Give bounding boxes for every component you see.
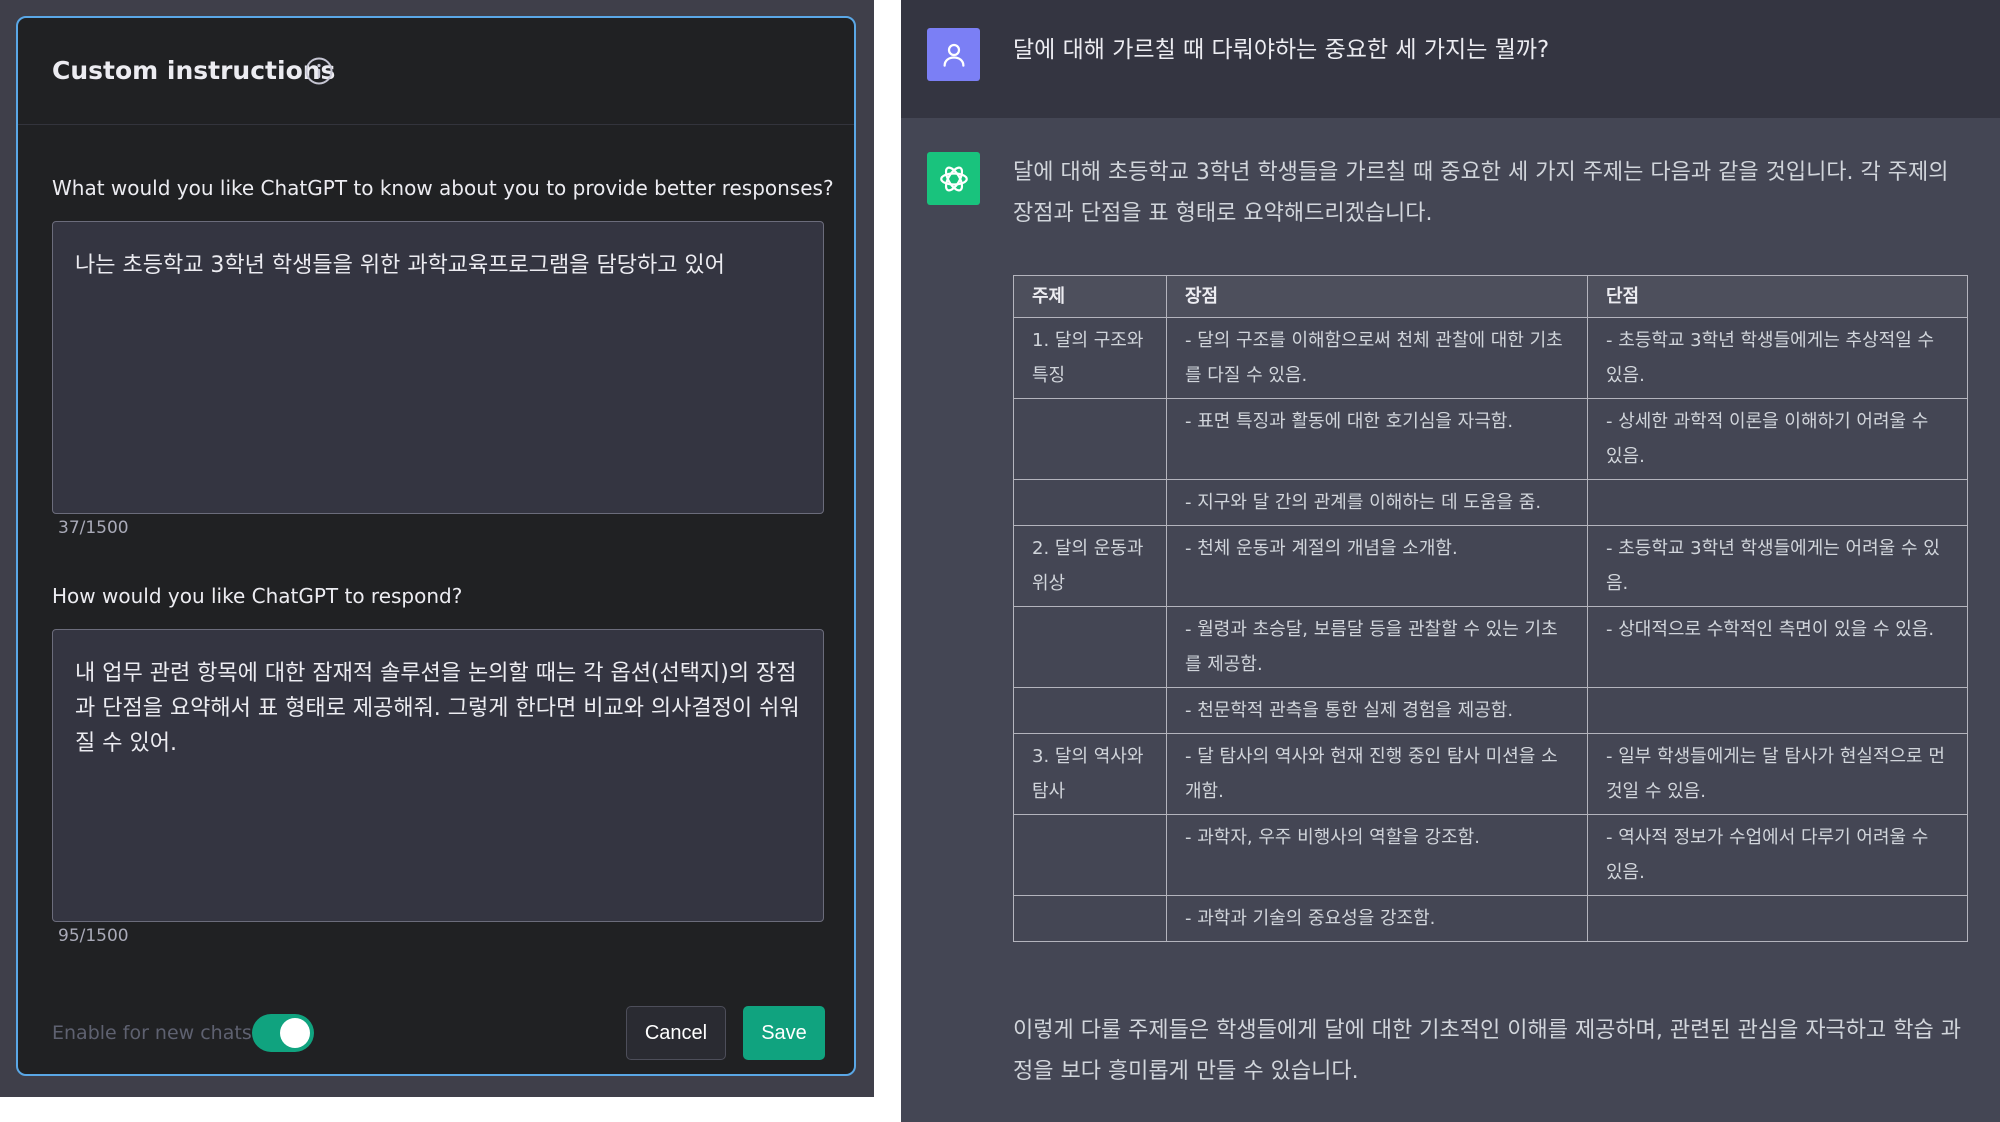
- chat-transcript: 달에 대해 가르칠 때 다뤄야하는 중요한 세 가지는 뭘까? 달에 대해 초등…: [901, 0, 2000, 1122]
- pros-cell: - 천문학적 관측을 통한 실제 경험을 제공함.: [1166, 687, 1588, 734]
- about-you-label: What would you like ChatGPT to know abou…: [52, 176, 834, 200]
- pros-cell: - 월령과 초승달, 보름달 등을 관찰할 수 있는 기초를 제공함.: [1166, 606, 1588, 688]
- table-row: 2. 달의 운동과 위상 - 천체 운동과 계절의 개념을 소개함. - 초등학…: [1013, 525, 1968, 607]
- assistant-avatar: [927, 152, 980, 205]
- cons-cell: [1587, 895, 1968, 942]
- dialog-header: Custom instructions: [18, 18, 854, 125]
- pros-cell: - 과학자, 우주 비행사의 역할을 강조함.: [1166, 814, 1588, 896]
- response-style-label: How would you like ChatGPT to respond?: [52, 584, 463, 608]
- table-row: - 과학자, 우주 비행사의 역할을 강조함. - 역사적 정보가 수업에서 다…: [1013, 814, 1968, 896]
- pros-cons-table: 주제 장점 단점 1. 달의 구조와 특징 - 달의 구조를 이해함으로써 천체…: [1013, 275, 1968, 942]
- table-row: 3. 달의 역사와 탐사 - 달 탐사의 역사와 현재 진행 중인 탐사 미션을…: [1013, 733, 1968, 815]
- pros-cell: - 지구와 달 간의 관계를 이해하는 데 도움을 줌.: [1166, 479, 1588, 526]
- table-row: - 과학과 기술의 중요성을 강조함.: [1013, 895, 1968, 942]
- topic-cell: 2. 달의 운동과 위상: [1013, 525, 1167, 607]
- table-row: - 표면 특징과 활동에 대한 호기심을 자극함. - 상세한 과학적 이론을 …: [1013, 398, 1968, 480]
- user-message-row: 달에 대해 가르칠 때 다뤄야하는 중요한 세 가지는 뭘까?: [901, 0, 2000, 118]
- user-message: 달에 대해 가르칠 때 다뤄야하는 중요한 세 가지는 뭘까?: [1013, 37, 1550, 63]
- info-icon[interactable]: [304, 56, 334, 86]
- save-button[interactable]: Save: [743, 1006, 825, 1060]
- cons-cell: - 일부 학생들에게는 달 탐사가 현실적으로 먼 것일 수 있음.: [1587, 733, 1968, 815]
- topic-cell: [1013, 895, 1167, 942]
- assistant-outro-text: 이렇게 다룰 주제들은 학생들에게 달에 대한 기초적인 이해를 제공하며, 관…: [1013, 1018, 1961, 1084]
- cons-cell: - 상대적으로 수학적인 측면이 있을 수 있음.: [1587, 606, 1968, 688]
- about-you-textarea[interactable]: 나는 초등학교 3학년 학생들을 위한 과학교육프로그램을 담당하고 있어: [52, 221, 824, 514]
- cons-cell: - 역사적 정보가 수업에서 다루기 어려울 수 있음.: [1587, 814, 1968, 896]
- cons-cell: - 초등학교 3학년 학생들에게는 추상적일 수 있음.: [1587, 317, 1968, 399]
- openai-logo-icon: [939, 166, 968, 191]
- user-avatar: [927, 28, 980, 81]
- cancel-button[interactable]: Cancel: [626, 1006, 726, 1060]
- table-row: 1. 달의 구조와 특징 - 달의 구조를 이해함으로써 천체 관찰에 대한 기…: [1013, 317, 1968, 399]
- cons-cell: [1587, 479, 1968, 526]
- header-topic: 주제: [1013, 275, 1167, 318]
- header-cons: 단점: [1587, 275, 1968, 318]
- toggle-knob: [280, 1018, 310, 1048]
- topic-cell: [1013, 606, 1167, 688]
- header-pros: 장점: [1166, 275, 1588, 318]
- topic-cell: [1013, 398, 1167, 480]
- cons-cell: - 초등학교 3학년 학생들에게는 어려울 수 있음.: [1587, 525, 1968, 607]
- assistant-intro-text: 달에 대해 초등학교 3학년 학생들을 가르칠 때 중요한 세 가지 주제는 다…: [1013, 160, 1949, 226]
- topic-cell: 1. 달의 구조와 특징: [1013, 317, 1167, 399]
- pros-cell: - 달의 구조를 이해함으로써 천체 관찰에 대한 기초를 다질 수 있음.: [1166, 317, 1588, 399]
- enable-new-chats-label: Enable for new chats: [52, 1022, 252, 1044]
- pros-cell: - 달 탐사의 역사와 현재 진행 중인 탐사 미션을 소개함.: [1166, 733, 1588, 815]
- table-row: - 천문학적 관측을 통한 실제 경험을 제공함.: [1013, 687, 1968, 734]
- custom-instructions-dialog: Custom instructions What would you like …: [16, 16, 856, 1076]
- table-row: - 지구와 달 간의 관계를 이해하는 데 도움을 줌.: [1013, 479, 1968, 526]
- about-you-char-count: 37/1500: [58, 518, 129, 538]
- topic-cell: 3. 달의 역사와 탐사: [1013, 733, 1167, 815]
- cons-cell: - 상세한 과학적 이론을 이해하기 어려울 수 있음.: [1587, 398, 1968, 480]
- pros-cell: - 과학과 기술의 중요성을 강조함.: [1166, 895, 1588, 942]
- table-row: - 월령과 초승달, 보름달 등을 관찰할 수 있는 기초를 제공함. - 상대…: [1013, 606, 1968, 688]
- user-icon: [943, 43, 964, 67]
- dialog-title: Custom instructions: [52, 56, 336, 85]
- topic-cell: [1013, 814, 1167, 896]
- cons-cell: [1587, 687, 1968, 734]
- enable-new-chats-toggle[interactable]: [252, 1014, 314, 1052]
- topic-cell: [1013, 479, 1167, 526]
- pros-cell: - 표면 특징과 활동에 대한 호기심을 자극함.: [1166, 398, 1588, 480]
- response-style-char-count: 95/1500: [58, 926, 129, 946]
- pros-cell: - 천체 운동과 계절의 개념을 소개함.: [1166, 525, 1588, 607]
- topic-cell: [1013, 687, 1167, 734]
- response-style-textarea[interactable]: 내 업무 관련 항목에 대한 잠재적 솔루션을 논의할 때는 각 옵션(선택지)…: [52, 629, 824, 922]
- table-header-row: 주제 장점 단점: [1013, 275, 1968, 318]
